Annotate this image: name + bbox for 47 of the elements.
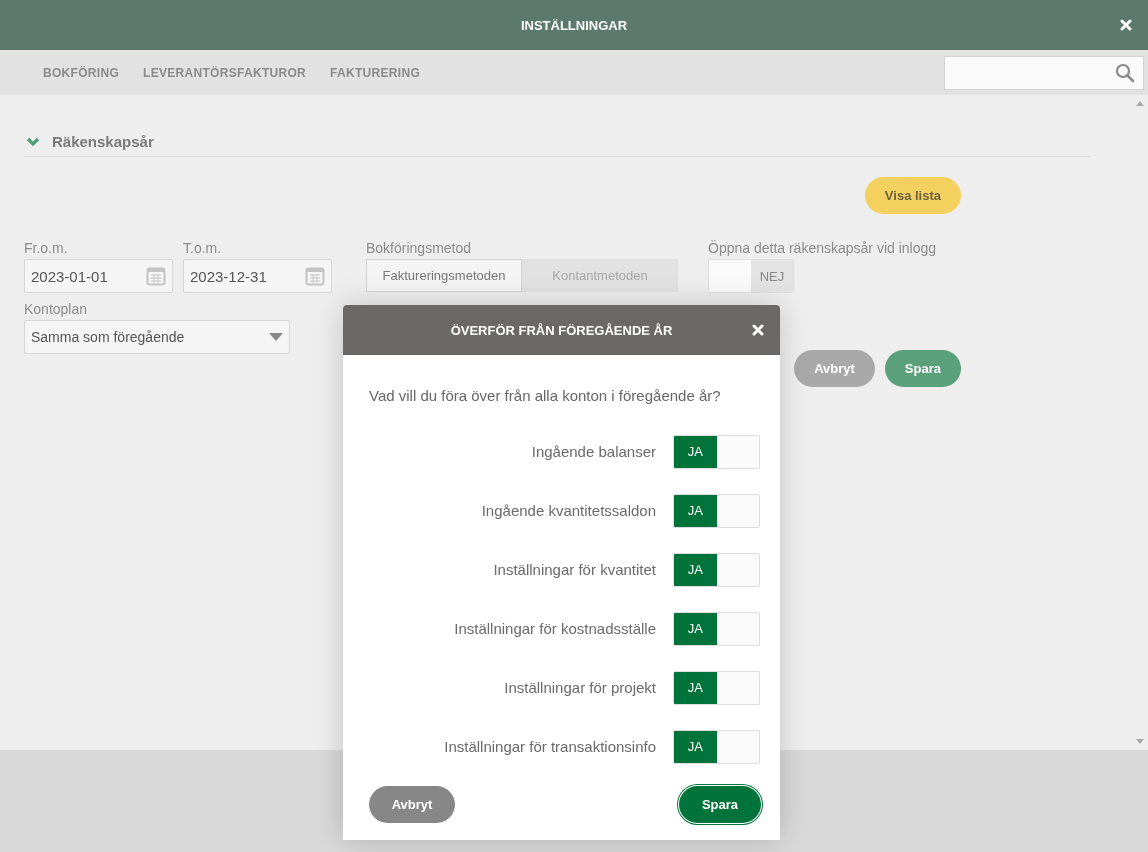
field-label: T.o.m. <box>183 240 223 256</box>
section-title: Räkenskapsår <box>52 133 154 150</box>
toggle-switch[interactable]: JA <box>673 493 760 528</box>
caret-icon <box>269 333 283 341</box>
toggle-switch[interactable]: NEJ <box>708 259 794 293</box>
calendar-icon <box>305 266 325 286</box>
section-header[interactable]: Räkenskapsår <box>24 133 1091 157</box>
toggle-label: Ingående balanser <box>531 443 656 460</box>
dialog-question: Vad vill du föra över från alla konton i föregående år? <box>369 387 722 404</box>
segment-option[interactable]: Faktureringsmetoden <box>366 259 522 292</box>
nav-tab[interactable]: BOKFÖRING <box>43 65 120 80</box>
search-field[interactable] <box>944 55 1144 90</box>
toggle-label: Ingående kvantitetssaldon <box>481 502 656 519</box>
toggle-switch[interactable]: JA <box>673 552 760 587</box>
nav-tab[interactable]: LEVERANTÖRSFAKTUROR <box>143 65 307 80</box>
cancel-button[interactable]: Avbryt <box>794 350 875 387</box>
field-label: Fr.o.m. <box>24 240 69 256</box>
scroll-up-icon <box>1136 101 1144 106</box>
cancel-button[interactable]: Avbryt <box>369 786 455 823</box>
close-icon <box>752 324 764 336</box>
toggle-switch[interactable]: JA <box>673 434 760 469</box>
scroll-down-icon <box>1136 739 1144 744</box>
close-button[interactable] <box>752 324 764 336</box>
toggle-label: Inställningar för kvantitet <box>493 561 656 578</box>
date-field[interactable]: 2023-12-31 <box>183 259 332 293</box>
search-icon <box>1115 62 1135 83</box>
field-label: Kontoplan <box>24 301 89 317</box>
close-icon <box>1120 19 1132 31</box>
date-field[interactable]: 2023-01-01 <box>24 259 173 293</box>
close-button[interactable] <box>1120 19 1132 31</box>
chevron-icon <box>26 136 40 147</box>
save-button[interactable]: Spara <box>679 786 761 823</box>
toggle-switch[interactable]: JA <box>673 670 760 705</box>
field-label: Öppna detta räkenskapsår vid inlogg <box>708 240 938 256</box>
save-button[interactable]: Spara <box>884 350 961 387</box>
toggle-label: Inställningar för kostnadsställe <box>454 620 656 637</box>
toggle-label: Inställningar för projekt <box>504 679 656 696</box>
dropdown-field[interactable]: Samma som föregående <box>24 320 290 354</box>
nav-tab[interactable]: FAKTURERING <box>330 65 421 80</box>
show-list-button[interactable]: Visa lista <box>864 177 961 214</box>
toggle-switch[interactable]: JA <box>673 729 760 764</box>
calendar-icon <box>146 266 166 286</box>
field-label: Bokföringsmetod <box>366 240 473 256</box>
window-title: INSTÄLLNINGAR <box>520 17 628 33</box>
dialog-title: ÖVERFÖR FRÅN FÖREGÅENDE ÅR <box>450 322 673 338</box>
toggle-switch[interactable]: JA <box>673 611 760 646</box>
toggle-label: Inställningar för transaktionsinfo <box>444 738 656 755</box>
